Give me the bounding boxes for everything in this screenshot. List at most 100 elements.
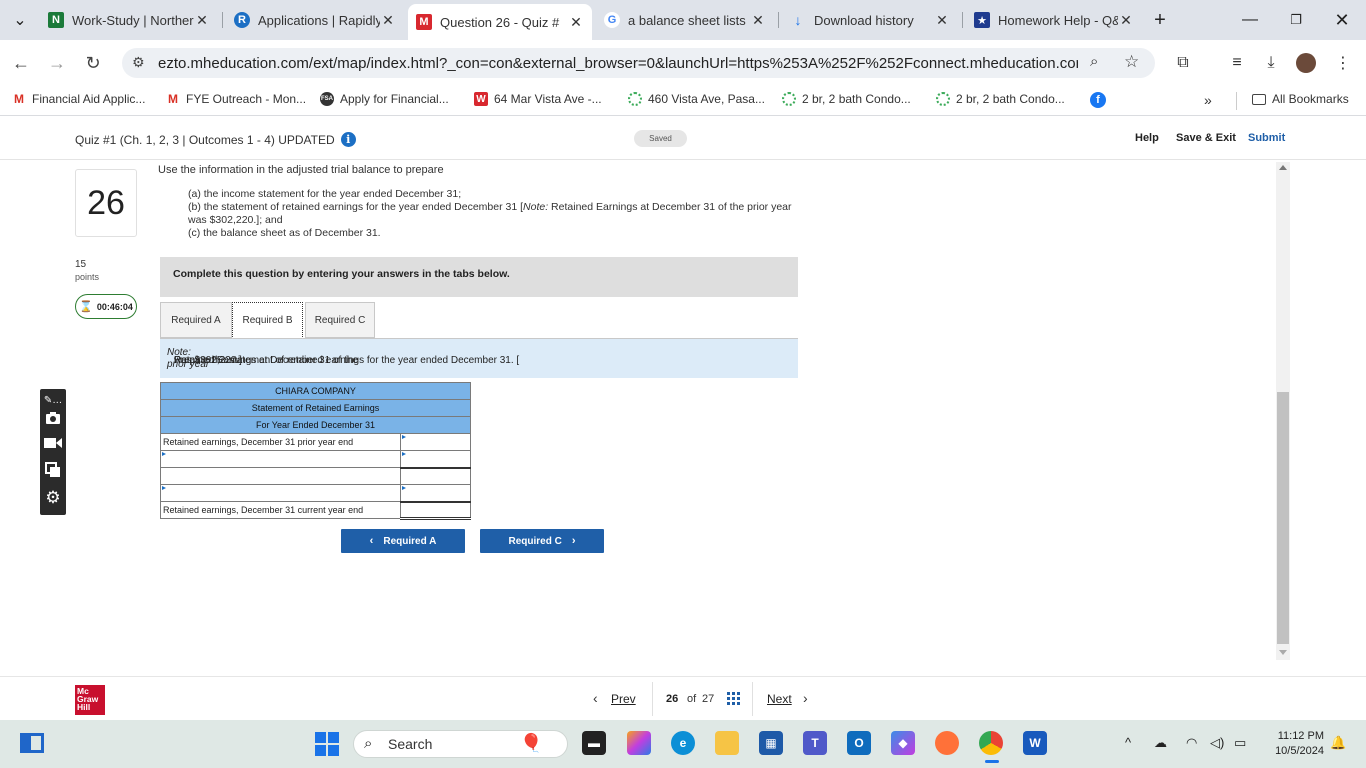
restore-window-icon[interactable]: ❐ (1284, 8, 1308, 32)
chevron-left-icon: ‹ (369, 535, 374, 547)
scroll-down-icon[interactable] (1279, 650, 1287, 655)
file-explorer-app-icon[interactable] (715, 731, 739, 755)
timer-badge[interactable]: ⌛ 00:46:04 (75, 294, 137, 319)
search-highlight-icon: 🎈 (520, 733, 543, 753)
bookmark-financial-aid[interactable]: M Financial Aid Applic... (12, 92, 145, 106)
terminal-app-icon[interactable]: ▬ (582, 731, 606, 755)
tab-search-chevron-icon[interactable]: ⌄ (8, 8, 32, 32)
close-tab-icon[interactable]: ✕ (1118, 12, 1134, 29)
edge-app-icon[interactable]: e (671, 731, 695, 755)
prev-required-button[interactable]: ‹ Required A (341, 529, 465, 553)
profile-avatar[interactable] (1296, 53, 1316, 73)
amount-input-row-2[interactable] (400, 450, 471, 469)
copilot-app-icon[interactable] (627, 731, 651, 755)
chevron-left-icon[interactable]: ‹ (593, 690, 598, 706)
label-dropdown-row-2[interactable] (159, 450, 402, 468)
close-tab-icon[interactable]: ✕ (750, 12, 766, 29)
total-questions: 27 (702, 693, 715, 705)
help-link[interactable]: Help (1135, 132, 1159, 144)
chevron-right-icon[interactable]: › (803, 690, 808, 706)
question-grid-icon[interactable] (727, 692, 740, 705)
info-icon[interactable]: i (340, 132, 356, 147)
zoom-magnifier-icon[interactable]: ⌕ (1090, 53, 1098, 70)
tab-required-a[interactable]: Required A (160, 302, 232, 338)
minimize-window-icon[interactable]: — (1238, 8, 1262, 32)
network-status-icon[interactable]: ☁ (1154, 735, 1167, 751)
tab-favicon-icon: ★ (974, 12, 990, 28)
browser-tab-work-study[interactable]: N Work-Study | Norther ✕ (40, 6, 218, 34)
scrollbar-thumb[interactable] (1277, 392, 1289, 644)
browser-tab-download-history[interactable]: ↓ Download history ✕ (782, 6, 958, 34)
submit-link[interactable]: Submit (1248, 132, 1285, 144)
close-window-icon[interactable]: ✕ (1330, 8, 1354, 32)
taskbar-clock[interactable]: 11:12 PM 10/5/2024 (1262, 729, 1324, 759)
video-record-icon[interactable] (44, 434, 62, 452)
settings-gear-icon[interactable]: ⚙ (44, 488, 62, 507)
close-tab-icon[interactable]: ✕ (194, 12, 210, 29)
extensions-icon[interactable]: ⧉ (1172, 52, 1194, 74)
firefox-app-icon[interactable] (935, 731, 959, 755)
amount-cell-current-year[interactable] (400, 501, 471, 520)
close-tab-icon[interactable]: ✕ (568, 14, 584, 31)
site-info-icon[interactable]: ⚙ (132, 54, 145, 71)
word-app-icon[interactable]: W (1023, 731, 1047, 755)
notification-bell-icon[interactable]: 🔔 (1330, 735, 1346, 751)
bookmark-condo-2[interactable]: 2 br, 2 bath Condo... (936, 92, 1065, 106)
next-required-button[interactable]: Required C › (480, 529, 604, 553)
show-hidden-icons[interactable]: ^ (1125, 735, 1131, 750)
amount-input-prior-year[interactable] (400, 433, 471, 451)
reload-icon[interactable]: ↻ (80, 50, 106, 76)
teams-app-icon[interactable]: T (803, 731, 827, 755)
downloads-icon[interactable]: ⤓ (1260, 52, 1282, 74)
next-question-link[interactable]: Next (767, 692, 792, 706)
windows-start-icon[interactable] (315, 732, 339, 756)
bookmark-460-vista[interactable]: 460 Vista Ave, Pasa... (628, 92, 765, 106)
taskbar-search-box[interactable]: ⌕ Search 🎈 (353, 730, 568, 758)
address-bar[interactable]: ⚙ ezto.mheducation.com/ext/map/index.htm… (122, 48, 1155, 78)
tab-title: Applications | Rapidly (258, 12, 380, 28)
label-cell-row-3[interactable] (159, 467, 402, 485)
pin-menu-icon[interactable]: ✎… (44, 391, 62, 409)
close-tab-icon[interactable]: ✕ (934, 12, 950, 29)
bookmark-apply-financial[interactable]: FSA Apply for Financial... (320, 92, 449, 106)
bookmark-facebook[interactable]: f (1090, 92, 1112, 108)
volume-icon[interactable]: ◁) (1210, 735, 1224, 751)
bookmark-64-mar-vista[interactable]: W 64 Mar Vista Ave -... (474, 92, 602, 106)
battery-icon[interactable]: ▭ (1234, 735, 1246, 751)
browser-tab-applications[interactable]: R Applications | Rapidly ✕ (226, 6, 404, 34)
forward-arrow-icon[interactable]: → (44, 50, 70, 76)
bookmark-condo-1[interactable]: 2 br, 2 bath Condo... (782, 92, 911, 106)
widgets-icon[interactable] (20, 733, 44, 753)
amount-cell-row-3[interactable] (400, 467, 471, 485)
outlook-app-icon[interactable]: O (847, 731, 871, 755)
browser-menu-icon[interactable]: ⋮ (1332, 52, 1354, 74)
browser-tab-google-search[interactable]: G a balance sheet lists ✕ (596, 6, 774, 34)
bookmark-star-icon[interactable]: ☆ (1124, 52, 1139, 72)
statement-name: Statement of Retained Earnings (160, 399, 471, 417)
scroll-up-icon[interactable] (1279, 165, 1287, 170)
label-dropdown-row-4[interactable] (159, 484, 402, 502)
tab-required-c[interactable]: Required C (305, 302, 375, 338)
tab-required-b[interactable]: Required B (232, 302, 303, 339)
chrome-app-icon[interactable] (979, 731, 1003, 755)
wifi-icon[interactable]: ◠ (1186, 735, 1197, 751)
all-bookmarks-button[interactable]: All Bookmarks (1252, 92, 1349, 106)
amount-input-row-4[interactable] (400, 484, 471, 503)
photos-app-icon[interactable]: ◆ (891, 731, 915, 755)
browser-tab-question-26[interactable]: M Question 26 - Quiz # ✕ (408, 4, 592, 40)
save-exit-link[interactable]: Save & Exit (1176, 132, 1236, 144)
new-tab-button[interactable]: + (1148, 8, 1172, 32)
prev-question-link[interactable]: Prev (611, 692, 636, 706)
camera-icon[interactable] (44, 409, 62, 427)
more-bookmarks-button[interactable]: » (1204, 92, 1212, 108)
store-app-icon[interactable]: ▦ (759, 731, 783, 755)
bookmark-fye-outreach[interactable]: M FYE Outreach - Mon... (166, 92, 306, 106)
window-capture-icon[interactable] (44, 461, 62, 479)
media-control-icon[interactable]: ≡ (1226, 52, 1248, 74)
tab-title: Homework Help - Q& (998, 12, 1118, 28)
browser-tab-homework-help[interactable]: ★ Homework Help - Q& ✕ (966, 6, 1142, 34)
table-row: Retained earnings, December 31 prior yea… (159, 433, 471, 451)
close-tab-icon[interactable]: ✕ (380, 12, 396, 29)
back-arrow-icon[interactable]: ← (8, 50, 34, 76)
gmail-icon: M (168, 92, 178, 106)
